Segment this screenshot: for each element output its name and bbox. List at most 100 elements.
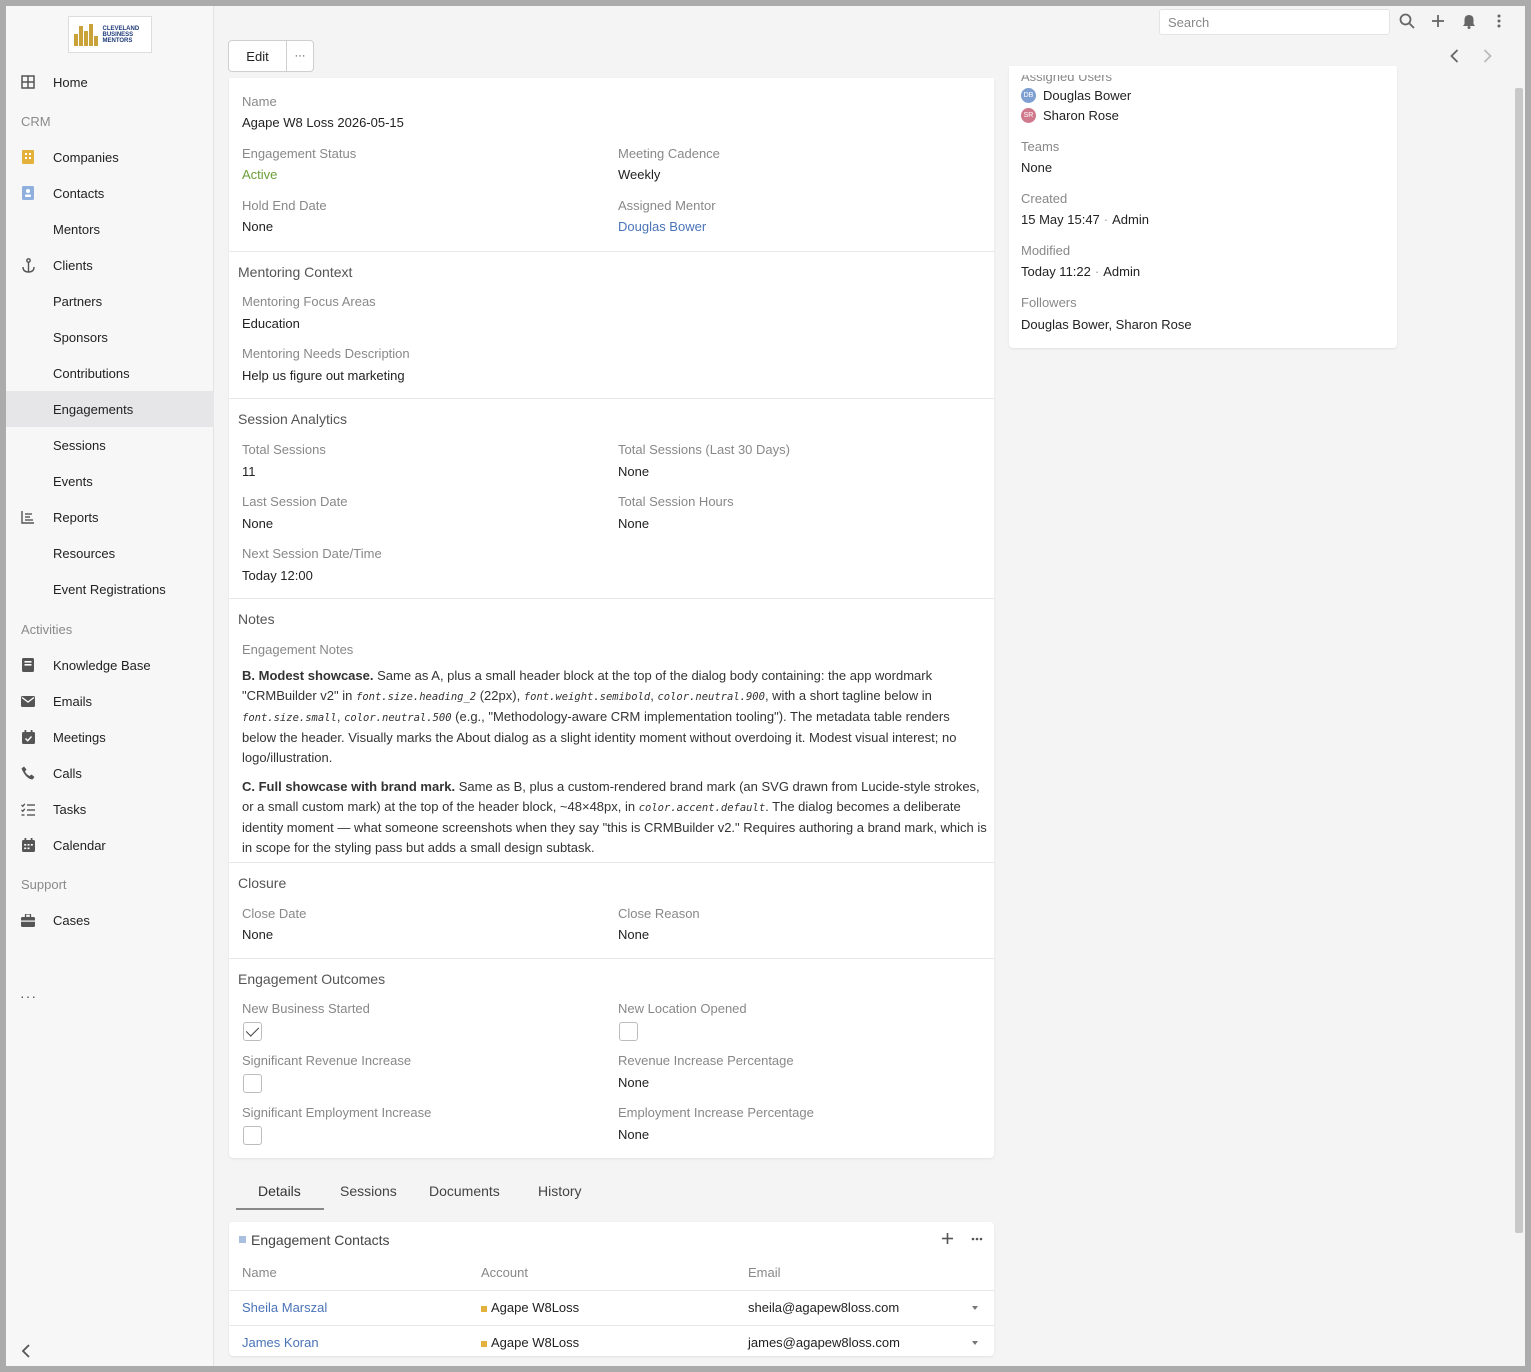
page-scrollbar[interactable] xyxy=(1515,88,1523,1233)
sidebar-item-tasks[interactable]: Tasks xyxy=(6,791,214,827)
briefcase-icon xyxy=(20,912,36,928)
created-value: 15 May 15:47 · Admin xyxy=(1021,212,1149,227)
revenue-pct-value: None xyxy=(618,1075,650,1090)
bell-icon[interactable] xyxy=(1460,12,1478,30)
kebab-menu-icon[interactable] xyxy=(1490,12,1508,30)
close-date-value: None xyxy=(242,927,274,942)
sidebar-item-companies[interactable]: Companies xyxy=(6,139,214,175)
column-header-account[interactable]: Account xyxy=(481,1265,528,1280)
field-label: Modified xyxy=(1021,243,1071,258)
sidebar-item-contributions[interactable]: Contributions xyxy=(6,355,214,391)
add-contact-icon[interactable] xyxy=(941,1232,955,1246)
field-label: Mentoring Focus Areas xyxy=(242,294,376,309)
sidebar-item-resources[interactable]: Resources xyxy=(6,535,214,571)
previous-record-icon[interactable] xyxy=(1444,46,1464,66)
field-label: Total Session Hours xyxy=(618,494,734,509)
new-location-checkbox[interactable] xyxy=(619,1022,638,1041)
tab-details[interactable]: Details xyxy=(258,1172,301,1210)
sidebar-item-engagements[interactable]: Engagements xyxy=(6,391,214,427)
sidebar-item-calendar[interactable]: Calendar xyxy=(6,827,214,863)
brand-logo[interactable]: CLEVELAND BUSINESS MENTORS xyxy=(68,16,152,53)
building-icon xyxy=(20,149,36,165)
field-label: Close Date xyxy=(242,906,307,921)
engagement-notes-text: B. Modest showcase. Same as A, plus a sm… xyxy=(242,666,987,867)
revenue-increase-checkbox[interactable] xyxy=(243,1074,262,1093)
more-nav-button[interactable]: ··· xyxy=(20,988,37,1004)
contact-account-link[interactable]: Agape W8Loss xyxy=(481,1335,579,1350)
sidebar-item-sessions[interactable]: Sessions xyxy=(6,427,214,463)
phone-icon xyxy=(20,765,36,781)
avatar: DB xyxy=(1021,88,1036,103)
field-label: Employment Increase Percentage xyxy=(618,1105,814,1120)
contact-email[interactable]: sheila@agapew8loss.com xyxy=(748,1300,899,1315)
sidebar-item-emails[interactable]: Emails xyxy=(6,683,214,719)
contact-name-link[interactable]: James Koran xyxy=(242,1335,319,1350)
section-title-engagement-outcomes: Engagement Outcomes xyxy=(238,971,386,987)
sidebar-item-home[interactable]: Home xyxy=(6,64,214,100)
sidebar-item-label: Engagements xyxy=(53,401,134,417)
sidebar-item-partners[interactable]: Partners xyxy=(6,283,214,319)
assigned-user-link[interactable]: Douglas Bower xyxy=(1043,88,1131,103)
sidebar-item-label: Emails xyxy=(53,693,93,709)
nav-group-support: Support xyxy=(21,877,67,892)
panel-color-marker xyxy=(239,1236,246,1243)
sidebar-item-cases[interactable]: Cases xyxy=(6,902,214,938)
sidebar-item-label: Event Registrations xyxy=(53,581,166,597)
assigned-user-link[interactable]: Sharon Rose xyxy=(1043,108,1119,123)
sidebar-item-label: Meetings xyxy=(53,729,106,745)
assigned-mentor-link[interactable]: Douglas Bower xyxy=(618,219,706,234)
more-actions-button[interactable]: ··· xyxy=(287,41,313,71)
hold-end-date-value: None xyxy=(242,219,274,234)
search-input[interactable] xyxy=(1159,9,1390,35)
sidebar-item-sponsors[interactable]: Sponsors xyxy=(6,319,214,355)
field-label: Close Reason xyxy=(618,906,700,921)
contact-name-link[interactable]: Sheila Marszal xyxy=(242,1300,327,1315)
sidebar-item-label: Tasks xyxy=(53,801,87,817)
sidebar-item-knowledge-base[interactable]: Knowledge Base xyxy=(6,647,214,683)
sidebar-item-mentors[interactable]: Mentors xyxy=(6,211,214,247)
sidebar-item-reports[interactable]: Reports xyxy=(6,499,214,535)
field-label: Created xyxy=(1021,191,1068,206)
field-label: Mentoring Needs Description xyxy=(242,346,410,361)
divider xyxy=(229,958,994,959)
column-header-email[interactable]: Email xyxy=(748,1265,781,1280)
sidebar-item-calls[interactable]: Calls xyxy=(6,755,214,791)
row-divider xyxy=(229,1325,994,1326)
row-dropdown-icon[interactable] xyxy=(972,1341,978,1345)
sidebar-item-label: Knowledge Base xyxy=(53,657,151,673)
needs-description-value: Help us figure out marketing xyxy=(242,368,405,383)
search-icon[interactable] xyxy=(1398,12,1416,30)
plus-icon[interactable] xyxy=(1429,12,1447,30)
field-label: Assigned Mentor xyxy=(618,198,716,213)
collapse-sidebar-icon[interactable] xyxy=(20,1342,32,1363)
envelope-icon xyxy=(20,693,36,709)
sidebar-item-events[interactable]: Events xyxy=(6,463,214,499)
field-label: New Business Started xyxy=(242,1001,370,1016)
tab-history[interactable]: History xyxy=(538,1172,582,1210)
account-icon xyxy=(481,1305,487,1312)
anchor-icon xyxy=(20,257,36,273)
employment-pct-value: None xyxy=(618,1127,650,1142)
field-label: Engagement Notes xyxy=(242,642,354,657)
task-list-icon xyxy=(20,801,36,817)
new-business-checkbox[interactable] xyxy=(243,1022,262,1041)
sidebar-item-clients[interactable]: Clients xyxy=(6,247,214,283)
edit-button[interactable]: Edit xyxy=(229,41,287,71)
tab-documents[interactable]: Documents xyxy=(429,1172,500,1210)
employment-increase-checkbox[interactable] xyxy=(243,1126,262,1145)
column-header-name[interactable]: Name xyxy=(242,1265,277,1280)
sidebar-item-meetings[interactable]: Meetings xyxy=(6,719,214,755)
contact-account-link[interactable]: Agape W8Loss xyxy=(481,1300,579,1315)
next-record-icon[interactable] xyxy=(1477,46,1497,66)
sidebar-item-event-registrations[interactable]: Event Registrations xyxy=(6,571,214,607)
sidebar-item-contacts[interactable]: Contacts xyxy=(6,175,214,211)
panel-menu-icon[interactable] xyxy=(971,1232,985,1246)
focus-areas-value: Education xyxy=(242,316,300,331)
sidebar-item-label: Reports xyxy=(53,509,99,525)
contact-email[interactable]: james@agapew8loss.com xyxy=(748,1335,900,1350)
field-label: Assigned Users xyxy=(1021,69,1113,84)
tab-sessions[interactable]: Sessions xyxy=(340,1172,397,1210)
sidebar-item-label: Calendar xyxy=(53,837,106,853)
book-icon xyxy=(20,657,36,673)
row-dropdown-icon[interactable] xyxy=(972,1306,978,1310)
